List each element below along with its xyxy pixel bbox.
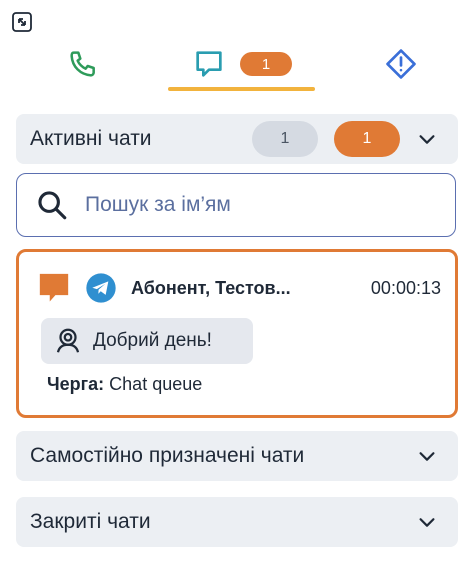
section-closed-chats-title: Закриті чати	[30, 510, 151, 533]
collapse-button[interactable]	[10, 10, 34, 34]
active-tab-indicator	[168, 87, 315, 91]
chat-queue: Черга: Chat queue	[47, 374, 202, 395]
alert-diamond-icon	[386, 49, 416, 79]
section-closed-chats[interactable]: Закриті чати	[16, 497, 458, 547]
chat-list-item[interactable]: Абонент, Тестов... 00:00:13 Добрий день!…	[16, 249, 458, 418]
tab-calls[interactable]	[58, 38, 108, 90]
search-icon	[38, 191, 67, 220]
active-chats-count-orange: 1	[334, 121, 400, 157]
bot-icon	[56, 328, 80, 353]
telegram-icon	[86, 273, 116, 303]
last-message-text: Добрий день!	[93, 330, 212, 351]
last-message-bubble: Добрий день!	[41, 318, 253, 364]
tab-bar: 1	[0, 38, 476, 94]
chevron-down-icon[interactable]	[416, 128, 438, 150]
chat-icon	[196, 51, 222, 77]
tab-chats-badge: 1	[240, 52, 292, 76]
search-input[interactable]	[83, 192, 417, 218]
queue-label: Черга:	[47, 374, 105, 394]
section-active-chats[interactable]: Активні чати 1 1	[16, 114, 458, 164]
chevron-down-icon[interactable]	[416, 445, 438, 467]
chevron-down-icon[interactable]	[416, 511, 438, 533]
phone-icon	[70, 51, 95, 77]
chat-timer: 00:00:13	[370, 277, 441, 298]
active-chats-count-grey: 1	[252, 121, 318, 157]
section-self-assigned[interactable]: Самостійно призначені чати	[16, 431, 458, 481]
collapse-icon	[12, 12, 32, 32]
message-icon	[39, 273, 69, 302]
chat-item-header: Абонент, Тестов... 00:00:13	[37, 270, 441, 306]
tab-alerts[interactable]	[376, 38, 426, 90]
chat-contact-name: Абонент, Тестов...	[131, 277, 291, 298]
search-box[interactable]	[16, 173, 456, 237]
section-active-chats-title: Активні чати	[30, 127, 152, 150]
section-self-assigned-title: Самостійно призначені чати	[30, 444, 305, 467]
queue-value: Chat queue	[109, 374, 203, 394]
tab-chats[interactable]: 1	[168, 38, 316, 90]
